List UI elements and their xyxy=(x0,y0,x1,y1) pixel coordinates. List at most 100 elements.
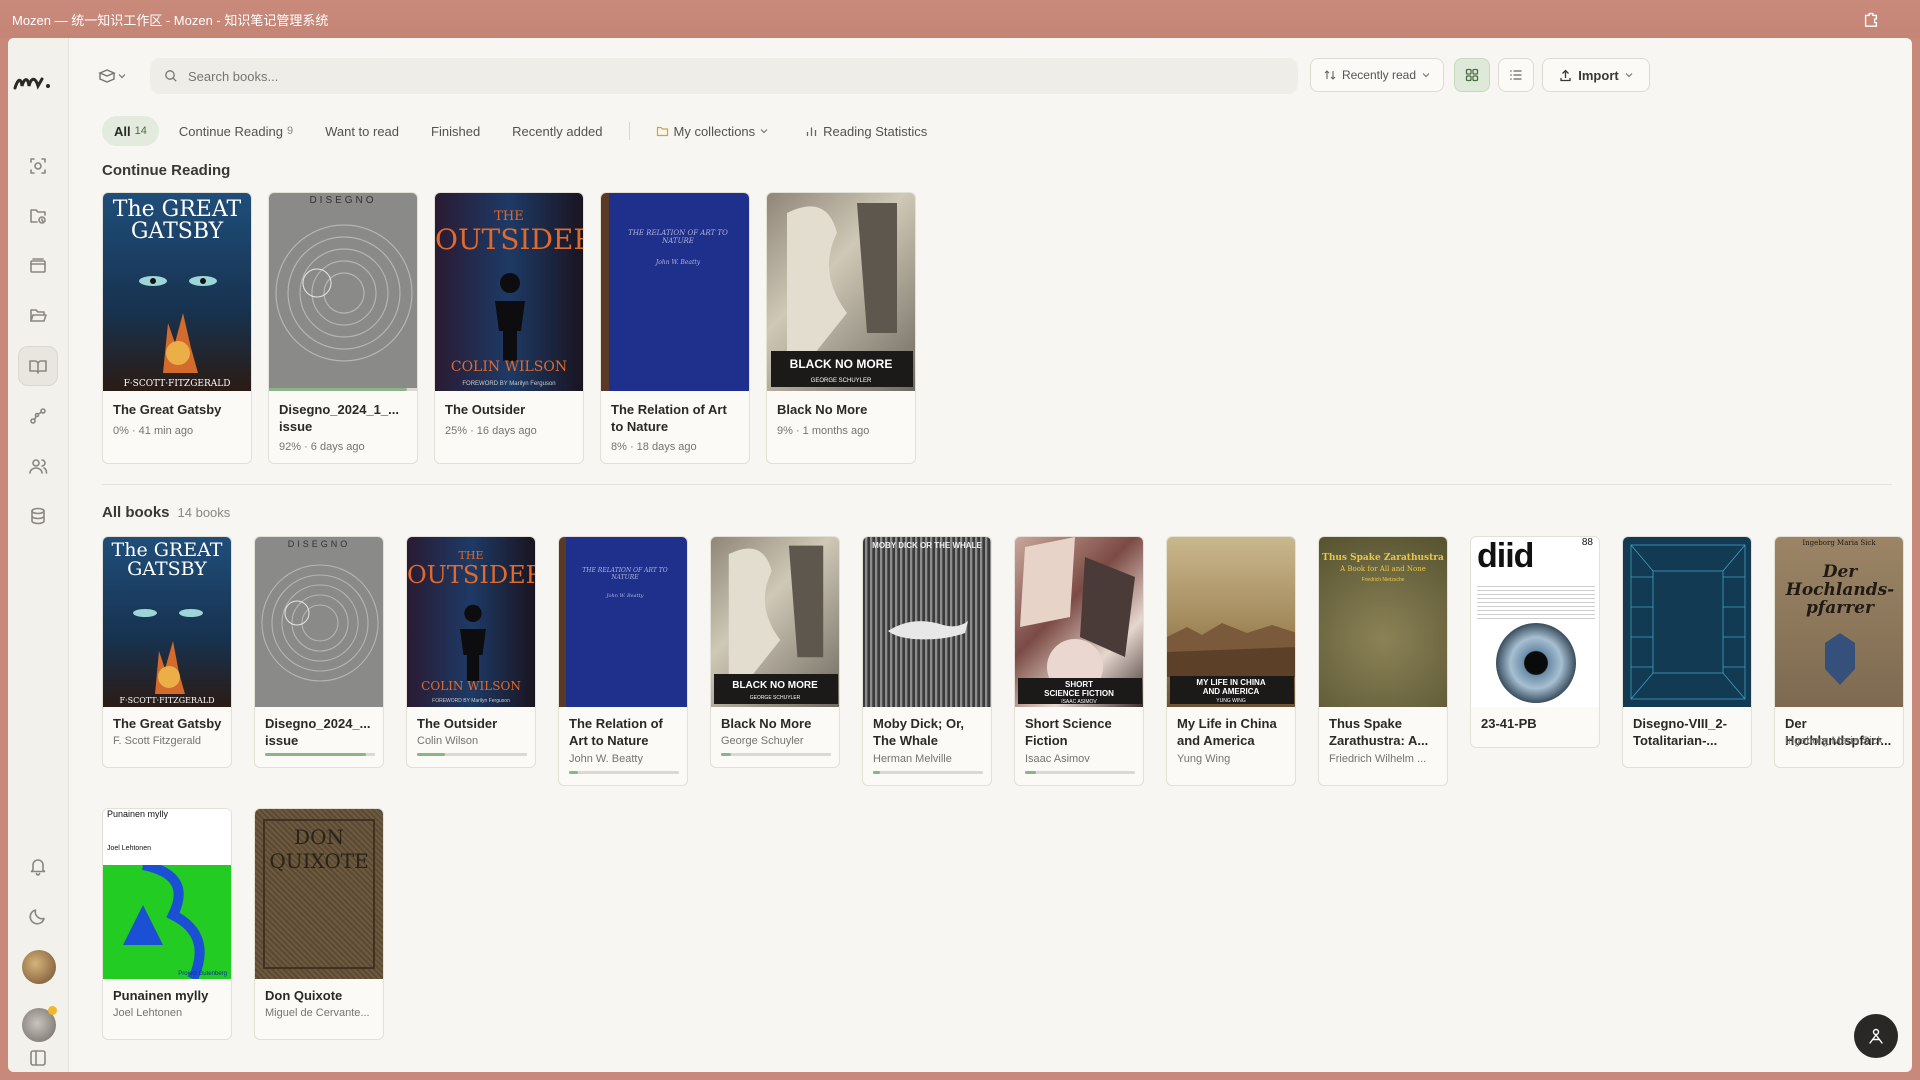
filter-label: Recently added xyxy=(512,123,603,139)
rail-collapse-button[interactable] xyxy=(18,1038,58,1072)
book-title: The Relation of Art to Nature xyxy=(611,402,727,434)
cover-art xyxy=(139,276,217,373)
chevron-down-icon xyxy=(1422,73,1430,78)
book-cover: THE OUTSIDER COLIN WILSON FOREWORD BY Ma… xyxy=(435,193,583,391)
filter-label: All xyxy=(114,123,131,139)
book-card-china[interactable]: MY LIFE IN CHINA AND AMERICA YUNG WING M… xyxy=(1166,536,1296,786)
book-card-disegno-viii[interactable]: Disegno-VIII_2-Totalitarian-... xyxy=(1622,536,1752,768)
book-author: F. Scott Fitzgerald xyxy=(113,735,202,747)
upload-icon xyxy=(1560,69,1571,81)
user-avatar[interactable] xyxy=(22,1006,57,1042)
continue-card-black-no-more[interactable]: BLACK NO MORE GEORGE SCHUYLER Black No M… xyxy=(766,192,916,464)
continue-card-gatsby[interactable]: The GREAT GATSBY F·SCOTT·FITZGERALD The G… xyxy=(102,192,252,464)
cover-progress xyxy=(269,388,417,391)
book-card-hochlandspfarrer[interactable]: Ingeborg Maria Sick Der Hochlands-pfarre… xyxy=(1774,536,1904,768)
bell-icon xyxy=(30,859,46,876)
assistant-fab-button[interactable] xyxy=(1854,1014,1898,1058)
continue-card-relation[interactable]: THE RELATION OF ART TO NATURE John W. Be… xyxy=(600,192,750,464)
cover-author: COLIN WILSON xyxy=(421,679,521,693)
rail-folders-button[interactable] xyxy=(18,296,58,336)
grid-view-button[interactable] xyxy=(1454,58,1490,92)
cover-publisher: Project Gutenberg xyxy=(178,971,227,977)
book-card-gatsby[interactable]: The GREAT GATSBY F·SCOTT·FITZGERALD The G… xyxy=(102,536,232,768)
rail-people-button[interactable] xyxy=(18,446,58,486)
rail-capture-button[interactable] xyxy=(18,146,58,186)
rail-history-button[interactable] xyxy=(18,196,58,236)
folder-open-icon xyxy=(30,309,47,322)
cover-art xyxy=(133,609,203,694)
filter-want-to-read[interactable]: Want to read xyxy=(313,116,411,146)
book-author: Isaac Asimov xyxy=(1025,753,1090,765)
book-progress xyxy=(265,753,375,756)
rail-database-button[interactable] xyxy=(18,496,58,536)
cover-line: GATSBY xyxy=(130,219,224,244)
book-title: Black No More xyxy=(777,402,868,417)
book-cover: THE OUTSIDER COLIN WILSON FOREWORD BY Ma… xyxy=(407,537,535,707)
library-switcher-button[interactable] xyxy=(98,65,132,87)
book-title: Disegno_2024_... issue xyxy=(265,716,371,748)
book-card-don-quixote[interactable]: DON QUIXOTE Don Quixote Miguel de Cervan… xyxy=(254,808,384,1040)
eye-image xyxy=(1496,623,1576,703)
extension-icon[interactable] xyxy=(1862,10,1880,28)
search-bar xyxy=(150,58,1298,94)
book-meta: 8% · 18 days ago xyxy=(611,441,697,453)
cover-line: MY LIFE IN CHINA xyxy=(1196,678,1266,687)
mozen-logo-icon[interactable] xyxy=(12,70,64,94)
book-card-relation[interactable]: THE RELATION OF ART TO NATURE John W. Be… xyxy=(558,536,688,786)
book-card-zarathustra[interactable]: Thus Spake Zarathustra A Book for All an… xyxy=(1318,536,1448,786)
section-divider xyxy=(102,484,1892,485)
rail-board-button[interactable] xyxy=(18,246,58,286)
filter-continue-reading[interactable]: Continue Reading 9 xyxy=(167,116,305,146)
book-cover: The GREAT GATSBY F·SCOTT·FITZGERALD xyxy=(103,537,231,707)
rail-theme-button[interactable] xyxy=(18,896,58,936)
rail-graph-button[interactable] xyxy=(18,396,58,436)
filter-all[interactable]: All 14 xyxy=(102,116,159,146)
cover-foreword: FOREWORD BY Marilyn Ferguson xyxy=(432,698,510,704)
book-card-outsider[interactable]: THE OUTSIDER COLIN WILSON FOREWORD BY Ma… xyxy=(406,536,536,768)
cover-art xyxy=(275,224,413,362)
cover-title: The GREAT GATSBY xyxy=(103,199,251,243)
cover-author: Joel Lehtonen xyxy=(107,845,151,852)
main-content: Recently read Import All14 Continue Read… xyxy=(68,38,1912,1072)
continue-card-disegno[interactable]: DISEGNO Disegno_2024_1_... issue 92% · 6… xyxy=(268,192,418,464)
filter-finished[interactable]: Finished xyxy=(419,116,492,146)
book-count: 14 books xyxy=(177,505,231,520)
book-card-punainen-mylly[interactable]: Punainen mylly Joel Lehtonen Project Gut… xyxy=(102,808,232,1040)
database-icon xyxy=(31,507,45,525)
filter-label: Reading Statistics xyxy=(823,123,928,139)
chevron-down-icon xyxy=(760,129,768,134)
book-cover: The GREAT GATSBY F·SCOTT·FITZGERALD xyxy=(103,193,251,391)
rail-books-button[interactable] xyxy=(18,346,58,386)
book-card-23-41-pb[interactable]: diid 88 23-41-PB xyxy=(1470,536,1600,748)
import-button[interactable]: Import xyxy=(1542,58,1650,92)
reading-statistics-button[interactable]: Reading Statistics xyxy=(793,116,939,146)
cover-art xyxy=(1167,623,1295,677)
book-card-moby-dick[interactable]: MOBY DICK OR THE WHALE Moby Dick; Or, Th… xyxy=(862,536,992,786)
book-card-black-no-more[interactable]: BLACK NO MORE GEORGE SCHUYLER Black No M… xyxy=(710,536,840,768)
continue-card-outsider[interactable]: THE OUTSIDER COLIN WILSON FOREWORD BY Ma… xyxy=(434,192,584,464)
status-dot xyxy=(48,1006,57,1015)
chevron-down-icon xyxy=(118,74,126,79)
my-collections-dropdown[interactable]: My collections xyxy=(644,116,786,146)
rail-notifications-button[interactable] xyxy=(18,846,58,886)
book-card-disegno[interactable]: DISEGNO Disegno_2024_... issue xyxy=(254,536,384,768)
cover-line: AND AMERICA xyxy=(1202,687,1260,696)
cover-author: Friedrich Nietzsche xyxy=(1361,577,1405,583)
book-author: Joel Lehtonen xyxy=(113,1007,183,1019)
book-card-short-science-fiction[interactable]: SHORT SCIENCE FICTION ISAAC ASIMOV Short… xyxy=(1014,536,1144,786)
book-cover: SHORT SCIENCE FICTION ISAAC ASIMOV xyxy=(1015,537,1143,707)
list-view-button[interactable] xyxy=(1498,58,1534,92)
workspace-avatar[interactable] xyxy=(22,950,56,984)
cover-title: Der Hochlands-pfarrer xyxy=(1785,562,1895,618)
book-meta: 92% · 6 days ago xyxy=(279,441,365,453)
sort-dropdown[interactable]: Recently read xyxy=(1310,58,1444,92)
search-input[interactable] xyxy=(186,67,1190,85)
filter-separator xyxy=(628,122,630,140)
book-cover: THE RELATION OF ART TO NATURE John W. Be… xyxy=(601,193,749,391)
cover-title: Punainen mylly xyxy=(107,809,169,819)
filter-recently-added[interactable]: Recently added xyxy=(500,116,614,146)
book-title: The Great Gatsby xyxy=(113,716,222,731)
book-open-icon xyxy=(29,360,47,374)
book-meta: 9% · 1 months ago xyxy=(777,425,870,437)
cover-art xyxy=(460,604,486,681)
